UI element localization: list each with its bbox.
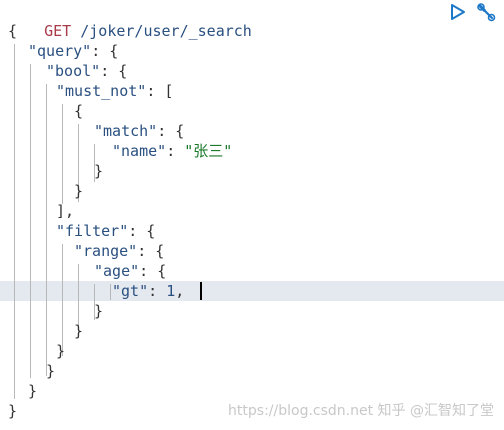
json-key-filter: "filter"	[56, 222, 129, 240]
indent-guide	[110, 284, 111, 300]
wrench-icon[interactable]	[476, 2, 496, 22]
json-key-name: "name"	[112, 142, 167, 160]
code-line: ],	[56, 202, 75, 220]
indent-guide	[30, 64, 31, 378]
editor-toolbar	[448, 2, 496, 22]
request-path: /joker/user/_search	[80, 22, 252, 40]
json-key-age: "age"	[94, 262, 140, 280]
json-key-gt: "gt"	[112, 282, 149, 300]
text-cursor	[200, 282, 202, 300]
code-line: "range": {	[74, 242, 165, 260]
code-line: }	[56, 342, 66, 360]
request-line: GET /joker/user/_search	[8, 1, 252, 40]
code-line: {	[74, 102, 84, 120]
code-line: "must_not": [	[56, 82, 174, 100]
code-line: "filter": {	[56, 222, 156, 240]
code-line: }	[74, 182, 84, 200]
indent-guide	[62, 104, 63, 204]
brace: {	[8, 22, 18, 40]
indent-guide	[14, 44, 15, 399]
active-line-highlight	[0, 281, 504, 301]
code-line: "name": "张三"	[112, 142, 233, 160]
indent-guide	[46, 84, 47, 376]
json-value-gt: 1	[166, 282, 176, 300]
http-method: GET	[44, 22, 72, 40]
indent-guide	[62, 244, 63, 356]
json-key-query: "query"	[28, 42, 92, 60]
code-line: "age": {	[94, 262, 167, 280]
watermark: https://blog.csdn.net 知乎 @汇智知了堂	[228, 403, 494, 419]
code-line: {	[8, 21, 17, 41]
code-line: "match": {	[94, 122, 185, 140]
json-key-must-not: "must_not"	[56, 82, 147, 100]
json-value-name: "张三"	[184, 142, 233, 160]
play-icon[interactable]	[448, 2, 468, 22]
json-key-range: "range"	[74, 242, 138, 260]
code-line: "gt": 1,	[112, 282, 185, 300]
code-line: "bool": {	[46, 62, 128, 80]
code-line: }	[8, 402, 18, 420]
json-key-bool: "bool"	[46, 62, 101, 80]
code-line: }	[94, 302, 104, 320]
code-line: }	[46, 362, 56, 380]
code-editor[interactable]: GET /joker/user/_search { "query": { "bo…	[0, 0, 504, 430]
code-line: "query": {	[28, 42, 119, 60]
code-line: }	[94, 162, 104, 180]
code-line: }	[28, 382, 38, 400]
code-line: }	[74, 322, 84, 340]
json-key-match: "match"	[94, 122, 158, 140]
